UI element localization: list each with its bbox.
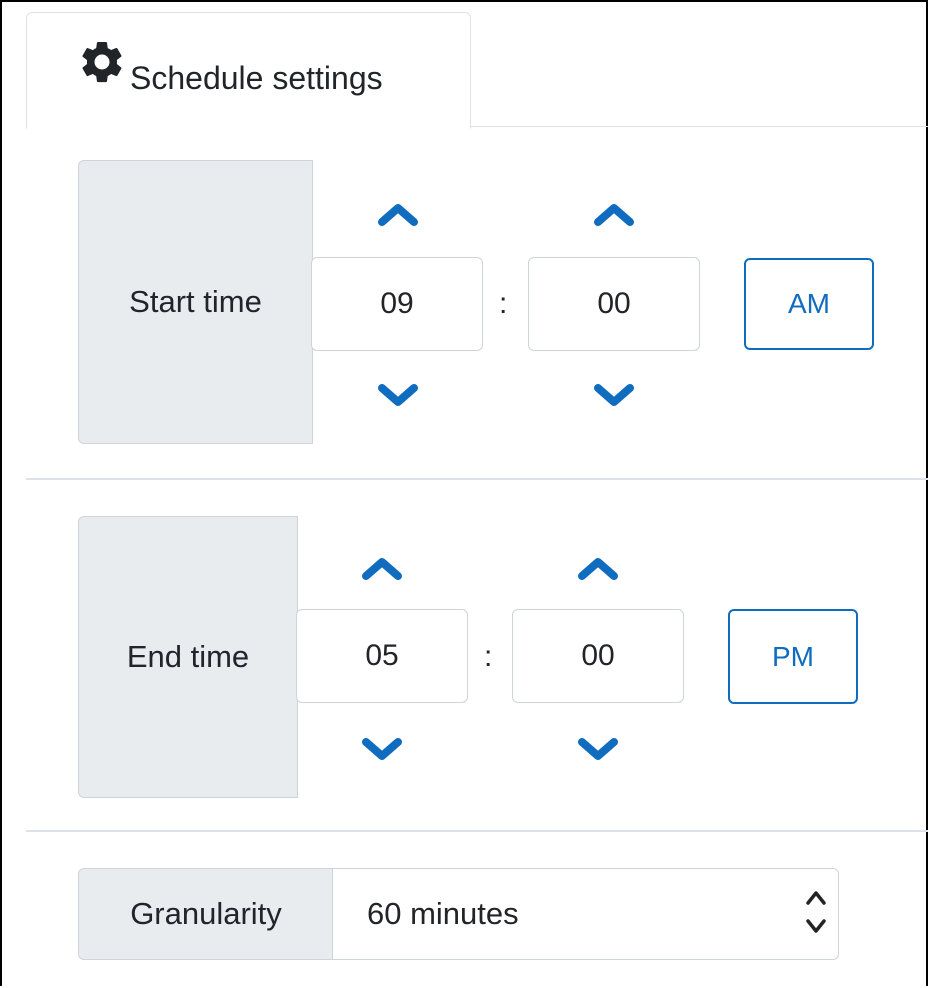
end-minutes-input[interactable]: 00 — [512, 609, 684, 703]
end-hours-up-chevron-icon[interactable] — [362, 554, 402, 582]
select-chevrons-icon — [806, 891, 826, 933]
end-ampm-toggle-button[interactable]: PM — [728, 609, 858, 704]
start-minutes-input[interactable]: 00 — [528, 257, 700, 351]
end-time-label: End time — [78, 516, 298, 798]
start-minutes-down-chevron-icon[interactable] — [594, 382, 634, 410]
granularity-value: 60 minutes — [367, 896, 519, 931]
start-time-label: Start time — [78, 160, 313, 444]
window-frame — [0, 0, 928, 986]
start-time-colon: : — [499, 287, 508, 320]
start-hours-down-chevron-icon[interactable] — [378, 382, 418, 410]
gear-icon — [77, 37, 127, 92]
end-time-colon: : — [484, 640, 493, 673]
granularity-select[interactable]: 60 minutes — [332, 868, 839, 960]
end-minutes-down-chevron-icon[interactable] — [578, 736, 618, 764]
end-hours-down-chevron-icon[interactable] — [362, 736, 402, 764]
end-minutes-up-chevron-icon[interactable] — [578, 554, 618, 582]
granularity-label: Granularity — [78, 868, 334, 960]
start-hours-input[interactable]: 09 — [311, 257, 483, 351]
section-divider — [26, 830, 928, 832]
start-ampm-toggle-button[interactable]: AM — [744, 258, 874, 350]
end-hours-input[interactable]: 05 — [296, 609, 468, 703]
tab-schedule-settings[interactable]: Schedule settings — [26, 12, 471, 129]
start-minutes-up-chevron-icon[interactable] — [594, 200, 634, 228]
tab-label: Schedule settings — [130, 60, 383, 96]
start-hours-up-chevron-icon[interactable] — [378, 200, 418, 228]
section-divider — [26, 478, 928, 480]
